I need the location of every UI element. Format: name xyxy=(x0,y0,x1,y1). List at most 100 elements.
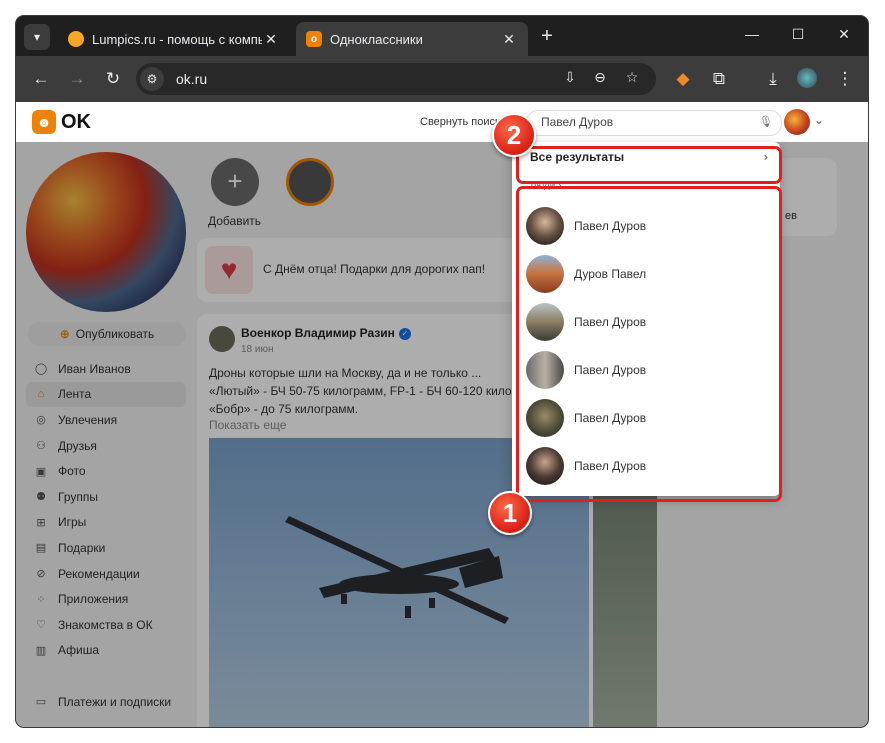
holiday-banner[interactable]: ♥ С Днём отца! Подарки для дорогих пап! xyxy=(197,238,527,302)
step-badge-1: 1 xyxy=(488,491,532,535)
extensions-puzzle-icon[interactable]: ⧉ xyxy=(708,68,730,90)
search-input[interactable]: Павел Дуров 🎙 xyxy=(526,110,782,136)
friends-icon: ⚇ xyxy=(36,440,46,453)
sidebar-item-label: Знакомства в ОК xyxy=(58,617,153,632)
browser-toolbar: ← → ↻ ⚙ ok.ru ⇩ ⊖ ☆ ◆ ⧉ ⤓ ⋮ xyxy=(16,56,868,102)
show-more-link[interactable]: Показать еще xyxy=(209,418,286,432)
ok-favicon-icon: o xyxy=(306,31,322,47)
gift-icon: ▤ xyxy=(35,542,47,555)
sidebar-nav: ◯ Иван Иванов ⌂ Лента ◎ Увлечения ⚇ Друзья ▣… xyxy=(26,356,186,715)
browser-menu-icon[interactable]: ⋮ xyxy=(834,68,856,90)
nav-divider xyxy=(26,663,186,689)
highlight-people-list xyxy=(516,186,782,502)
sidebar-item-label: Лента xyxy=(58,387,92,402)
header-avatar[interactable] xyxy=(784,109,810,135)
close-window-icon[interactable]: ✕ xyxy=(834,26,854,43)
post-text-line: «Бобр» - до 75 килограмм. xyxy=(209,402,359,416)
sidebar-item-feed[interactable]: ⌂ Лента xyxy=(26,381,186,408)
groups-icon: ⚉ xyxy=(36,491,46,504)
site-settings-icon[interactable]: ⚙ xyxy=(140,67,164,91)
new-tab-plus-icon[interactable]: + xyxy=(536,26,558,48)
heart-gift-icon: ♥ xyxy=(205,246,253,294)
add-story-label: Добавить xyxy=(208,214,262,228)
sidebar-item-afisha[interactable]: ▥ Афиша xyxy=(26,638,186,664)
photo-icon: ▣ xyxy=(35,465,47,478)
plus-circle-icon: ⊕ xyxy=(59,327,70,341)
verified-badge-icon: ✓ xyxy=(398,327,411,340)
extension-fox-icon[interactable]: ◆ xyxy=(672,68,694,90)
tab-odnoklassniki[interactable]: o Одноклассники ✕ xyxy=(296,22,528,56)
sidebar-item-dating[interactable]: ♡ Знакомства в ОК xyxy=(26,612,186,638)
chevron-down-icon[interactable]: ⌄ xyxy=(814,113,824,127)
sidebar-item-label: Иван Иванов xyxy=(58,361,131,376)
sidebar-item-games[interactable]: ⊞ Игры xyxy=(26,510,186,536)
add-story-button[interactable]: + xyxy=(211,158,259,206)
banner-text: С Днём отца! Подарки для дорогих пап! xyxy=(263,262,486,276)
sidebar-item-photo[interactable]: ▣ Фото xyxy=(26,458,186,484)
sidebar-item-payments[interactable]: ▭ Платежи и подписки xyxy=(26,689,186,715)
ok-header: ꙩ OK Свернуть поиск Павел Дуров 🎙 ⌄ xyxy=(16,102,868,142)
afisha-icon: ▥ xyxy=(35,644,47,657)
sidebar-item-friends[interactable]: ⚇ Друзья xyxy=(26,433,186,459)
microphone-icon[interactable]: 🎙 xyxy=(759,115,773,128)
sidebar-item-profile[interactable]: ◯ Иван Иванов xyxy=(26,356,186,382)
ok-logo-icon[interactable]: ꙩ xyxy=(32,110,56,134)
sidebar-item-label: Фото xyxy=(58,464,86,479)
post-text-line: «Лютый» - БЧ 50-75 килограмм, FP-1 - БЧ … xyxy=(209,384,519,398)
back-arrow-icon[interactable]: ← xyxy=(30,68,52,90)
forward-arrow-icon[interactable]: → xyxy=(66,68,88,90)
tab-close-icon[interactable]: ✕ xyxy=(500,31,518,48)
address-bar[interactable]: ⚙ ok.ru ⇩ ⊖ ☆ xyxy=(136,63,656,95)
collapse-search-link[interactable]: Свернуть поиск xyxy=(420,116,500,128)
tab-title: Одноклассники xyxy=(330,31,423,47)
install-app-icon[interactable]: ⇩ xyxy=(560,69,580,86)
sidebar-item-hobbies[interactable]: ◎ Увлечения xyxy=(26,407,186,433)
tab-lumpics[interactable]: Lumpics.ru - помощь с компьютером ✕ xyxy=(58,22,290,56)
home-icon: ⌂ xyxy=(37,388,45,401)
sidebar-item-gifts[interactable]: ▤ Подарки xyxy=(26,535,186,561)
step-badge-2: 2 xyxy=(492,113,536,157)
minimize-icon[interactable]: — xyxy=(742,26,762,42)
sidebar-item-label: Платежи и подписки xyxy=(58,694,172,709)
browser-window: ▾ Lumpics.ru - помощь с компьютером ✕ o … xyxy=(16,16,868,727)
apps-icon: ⁘ xyxy=(36,593,46,606)
sidebar-item-label: Приложения xyxy=(58,592,129,607)
downloads-icon[interactable]: ⤓ xyxy=(762,68,784,90)
page-viewport: ꙩ OK Свернуть поиск Павел Дуров 🎙 ⌄ ⊕ Оп… xyxy=(16,102,868,727)
sidebar-item-label: Подарки xyxy=(58,540,106,555)
tab-search-chevron-icon[interactable]: ▾ xyxy=(24,24,50,50)
tab-title: Lumpics.ru - помощь с компьютером xyxy=(92,31,262,47)
maximize-icon[interactable]: ☐ xyxy=(788,26,808,43)
dating-icon: ♡ xyxy=(36,619,46,632)
payments-icon: ▭ xyxy=(35,696,47,709)
tab-close-icon[interactable]: ✕ xyxy=(262,31,280,48)
post-text-line: Дроны которые шли на Москву, да и не тол… xyxy=(209,366,482,380)
sidebar-item-apps[interactable]: ⁘ Приложения xyxy=(26,586,186,612)
right-card-text: ев xyxy=(785,210,797,222)
reload-icon[interactable]: ↻ xyxy=(102,68,124,90)
zoom-icon[interactable]: ⊖ xyxy=(590,69,610,86)
address-url: ok.ru xyxy=(176,71,208,87)
highlight-all-results xyxy=(516,146,782,184)
sidebar-item-groups[interactable]: ⚉ Группы xyxy=(26,484,186,510)
story-avatar[interactable] xyxy=(286,158,334,206)
sidebar-item-label: Увлечения xyxy=(58,412,118,427)
sidebar-item-label: Афиша xyxy=(58,643,100,658)
publish-button[interactable]: ⊕ Опубликовать xyxy=(28,322,186,346)
search-input-value: Павел Дуров xyxy=(541,115,614,129)
sidebar-item-label: Группы xyxy=(58,489,98,504)
ok-logo-text[interactable]: OK xyxy=(61,111,91,134)
sidebar-item-label: Друзья xyxy=(58,438,97,453)
sidebar-item-label: Игры xyxy=(58,515,87,530)
profile-photo[interactable] xyxy=(26,152,186,312)
profile-avatar-icon[interactable] xyxy=(796,68,818,90)
post-date: 18 июн xyxy=(241,344,274,355)
hobby-icon: ◎ xyxy=(36,414,46,427)
publish-label: Опубликовать xyxy=(75,327,155,341)
tab-strip: ▾ Lumpics.ru - помощь с компьютером ✕ o … xyxy=(16,16,868,56)
sidebar-item-recommendations[interactable]: ⊘ Рекомендации xyxy=(26,561,186,587)
bookmark-star-icon[interactable]: ☆ xyxy=(622,69,642,86)
post-author[interactable]: Военкор Владимир Разин ✓ xyxy=(241,326,411,340)
sidebar-item-label: Рекомендации xyxy=(58,566,140,581)
post-author-avatar[interactable] xyxy=(209,326,235,352)
